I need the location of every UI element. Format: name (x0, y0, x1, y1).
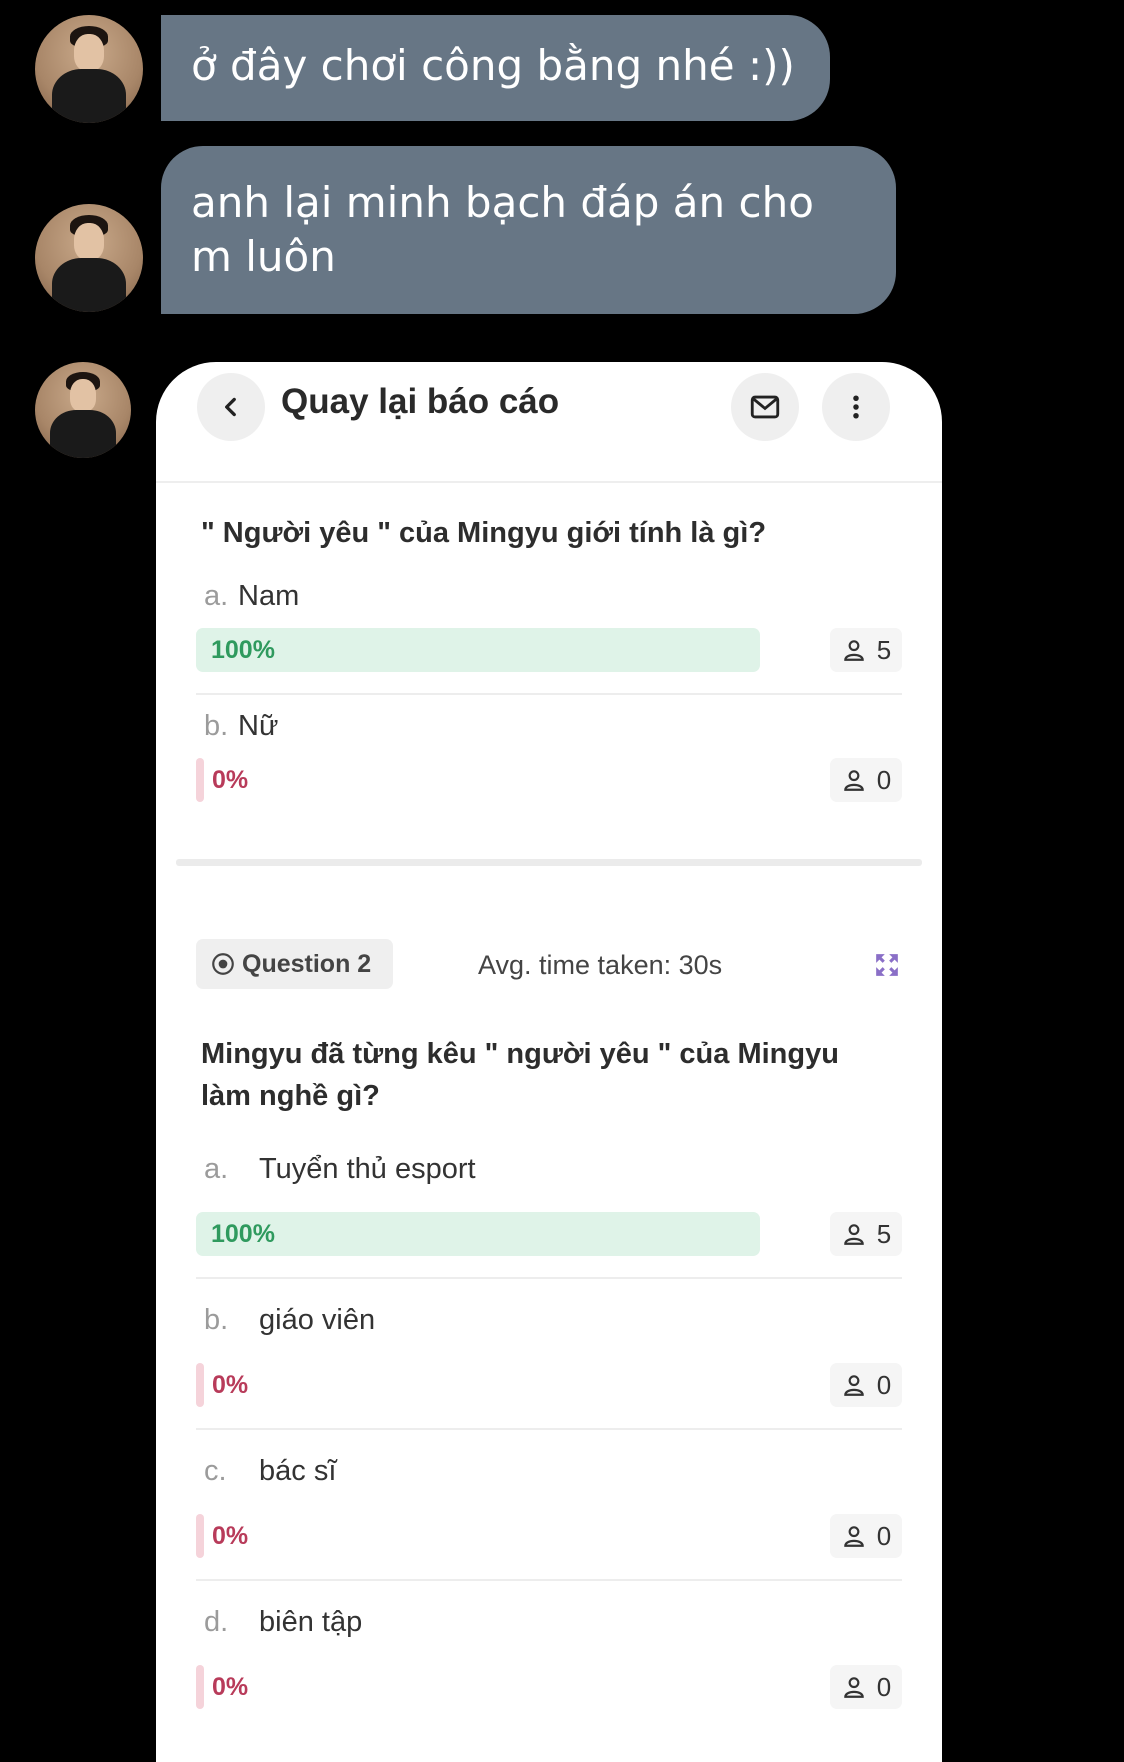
option-label: c. bác sĩ (204, 1455, 336, 1488)
respondent-count[interactable]: 0 (830, 1514, 902, 1558)
mail-button[interactable] (731, 373, 799, 441)
option-text: biên tập (259, 1606, 363, 1638)
back-button[interactable] (197, 373, 265, 441)
option-label: a. Tuyển thủ esport (204, 1153, 476, 1186)
percent-bar (196, 758, 204, 802)
expand-button[interactable] (874, 952, 900, 978)
more-vertical-icon (853, 395, 859, 419)
avg-time: Avg. time taken: 30s (478, 950, 723, 980)
percent-bar (196, 1665, 204, 1709)
expand-icon (876, 954, 898, 976)
question-text: Mingyu đã từng kêu " người yêu " của Min… (201, 1038, 839, 1112)
user-icon (844, 640, 864, 661)
avatar[interactable] (35, 362, 131, 458)
respondent-count[interactable]: 0 (830, 1363, 902, 1407)
user-icon (844, 1677, 864, 1698)
question-badge: Question 2 (196, 939, 393, 989)
count-value: 0 (876, 1369, 892, 1400)
option-text: giáo viên (259, 1304, 376, 1336)
message-bubble[interactable]: ở đây chơi công bằng nhé :)) (161, 15, 830, 121)
user-icon (844, 1224, 864, 1245)
option-label: b. Nữ (204, 710, 278, 743)
respondent-count[interactable]: 0 (830, 758, 902, 802)
count-value: 5 (876, 634, 892, 665)
option-divider (196, 1579, 902, 1581)
percent-bar: 100% (196, 628, 760, 672)
message-text: anh lại minh bạch đáp án cho m luôn (191, 178, 814, 281)
percent-bar (196, 1514, 204, 1558)
option-letter: c. (204, 1455, 227, 1487)
option-letter: a. (204, 580, 229, 612)
option-letter: d. (204, 1606, 229, 1638)
option-label: a. Nam (204, 580, 299, 613)
chevron-left-icon (225, 397, 236, 417)
avatar[interactable] (35, 204, 143, 312)
header-divider (156, 481, 942, 483)
respondent-count[interactable]: 0 (830, 1665, 902, 1709)
option-divider (196, 1277, 902, 1279)
user-icon (844, 1375, 864, 1396)
option-text: Tuyển thủ esport (259, 1153, 476, 1185)
option-letter: b. (204, 710, 229, 742)
question-text: " Người yêu " của Mingyu giới tính là gì… (201, 517, 767, 549)
option-letter: a. (204, 1153, 229, 1185)
option-letter: b. (204, 1304, 229, 1336)
option-text: Nam (238, 580, 300, 612)
percent-value: 0% (212, 766, 249, 794)
user-icon (844, 770, 864, 791)
avatar[interactable] (35, 15, 143, 123)
percent-value: 0% (212, 1371, 249, 1399)
section-divider (176, 859, 922, 866)
percent-bar (196, 1363, 204, 1407)
option-divider (196, 1428, 902, 1430)
option-divider (196, 693, 902, 695)
percent-value: 0% (212, 1522, 249, 1550)
more-options-button[interactable] (822, 373, 890, 441)
option-label: b. giáo viên (204, 1304, 375, 1337)
option-text: Nữ (238, 710, 279, 742)
respondent-count[interactable]: 5 (830, 1212, 902, 1256)
message-text: ở đây chơi công bằng nhé :)) (191, 41, 795, 90)
message-bubble[interactable]: anh lại minh bạch đáp án cho m luôn (161, 146, 896, 314)
percent-value: 0% (212, 1673, 249, 1701)
count-value: 0 (876, 764, 892, 795)
page-title: Quay lại báo cáo (281, 382, 560, 421)
percent-bar: 100% (196, 1212, 760, 1256)
respondent-count[interactable]: 5 (830, 628, 902, 672)
option-text: bác sĩ (259, 1455, 337, 1487)
quiz-report-card: Quay lại báo cáo " Người yêu " của Mingy… (156, 362, 942, 1762)
count-value: 0 (876, 1671, 892, 1702)
mail-icon (750, 395, 780, 419)
user-icon (844, 1526, 864, 1547)
count-value: 0 (876, 1520, 892, 1551)
radio-icon (212, 953, 234, 975)
question-badge-label: Question 2 (242, 949, 372, 978)
count-value: 5 (876, 1218, 892, 1249)
option-label: d. biên tập (204, 1606, 362, 1639)
